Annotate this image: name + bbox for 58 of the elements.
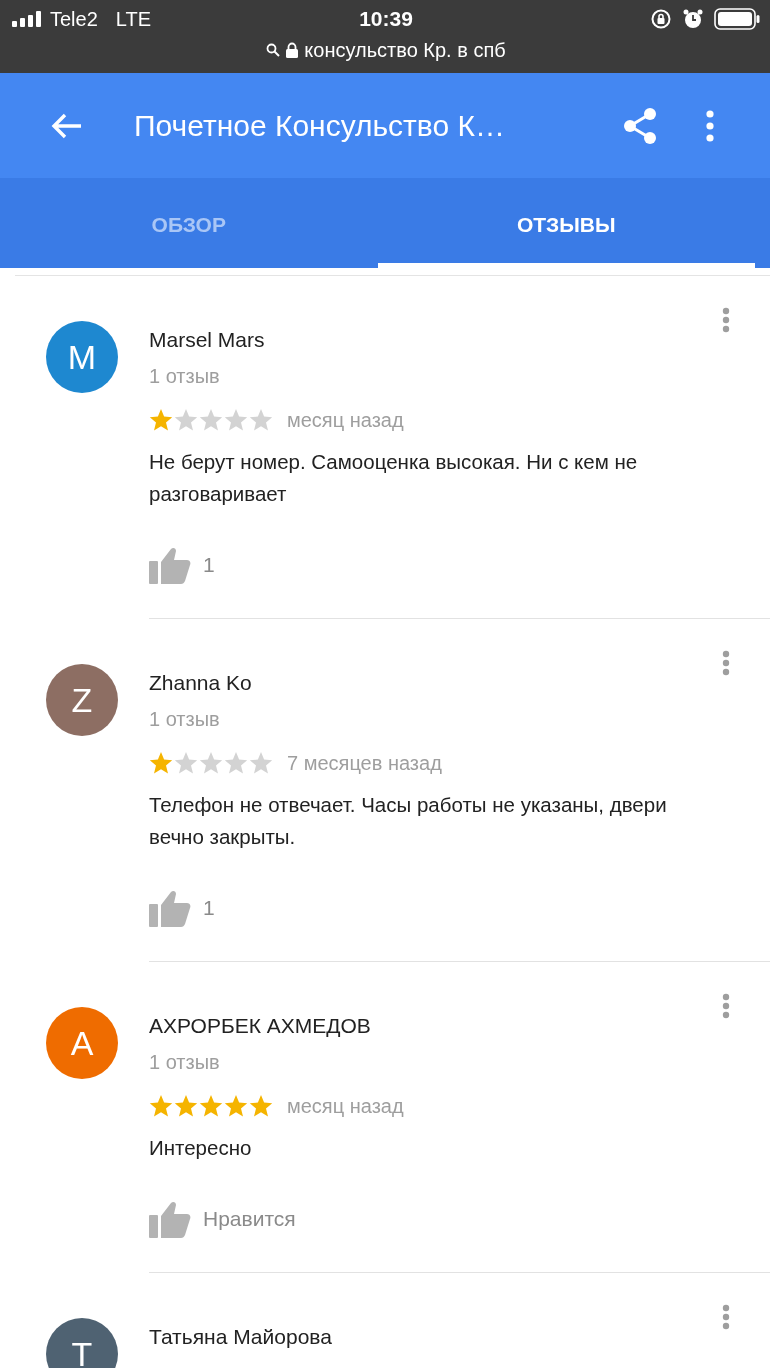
thumbs-up-icon[interactable] — [149, 1200, 191, 1238]
star-icon — [249, 408, 273, 432]
rotation-lock-icon — [650, 8, 672, 30]
star-icon — [224, 751, 248, 775]
star-icon — [174, 751, 198, 775]
more-options-icon[interactable] — [722, 993, 730, 1019]
star-icon — [224, 408, 248, 432]
more-options-icon[interactable] — [722, 1304, 730, 1330]
share-icon[interactable] — [622, 106, 658, 145]
clock-time: 10:39 — [359, 7, 413, 31]
tab[interactable]: ОТЗЫВЫ — [377, 178, 755, 268]
reviewer-name: Zhanna Ko — [149, 670, 253, 696]
review-date: 7 месяцев назад — [287, 751, 442, 775]
signal-icon — [12, 11, 44, 27]
place-title: Почетное Консульство К… — [134, 108, 506, 143]
star-icon — [149, 408, 173, 432]
like-count: 1 — [203, 553, 215, 577]
search-icon — [266, 43, 281, 57]
review-text: Интересно — [149, 1135, 253, 1161]
star-icon — [174, 408, 198, 432]
star-icon — [149, 751, 173, 775]
back-icon[interactable] — [51, 111, 83, 140]
star-icon — [149, 1094, 173, 1118]
url-text: консульство Кр. в спб — [304, 38, 506, 62]
battery-icon — [714, 8, 760, 30]
alarm-icon — [682, 8, 704, 30]
review-count: 1 отзыв — [149, 707, 221, 732]
thumbs-up-icon[interactable] — [149, 546, 191, 584]
more-options-icon[interactable] — [722, 650, 730, 676]
lock-icon — [286, 42, 299, 58]
review-count: 1 отзыв — [149, 364, 221, 389]
reviewer-name: АХРОРБЕК АХМЕДОВ — [149, 1013, 372, 1039]
review-count: 1 отзыв — [149, 1050, 221, 1075]
tab[interactable]: ОБЗОР — [0, 178, 378, 268]
review-date: месяц назад — [287, 1094, 404, 1118]
thumbs-up-icon[interactable] — [149, 889, 191, 927]
avatar: T — [46, 1318, 118, 1368]
star-icon — [199, 1094, 223, 1118]
star-icon — [249, 751, 273, 775]
reviewer-name: Татьяна Майорова — [149, 1324, 333, 1350]
star-icon — [199, 408, 223, 432]
star-icon — [249, 1094, 273, 1118]
like-count: Нравится — [203, 1207, 296, 1231]
more-options-icon[interactable] — [722, 307, 730, 333]
avatar: Z — [46, 664, 118, 736]
star-icon — [174, 1094, 198, 1118]
reviewer-name: Marsel Mars — [149, 327, 266, 353]
review-text: Телефон не отвечает. Часы работы не указаны, двери вечно закрыты. — [149, 792, 668, 850]
review-text: Не берут номер. Самооценка высокая. Ни с кем не разговаривает — [149, 449, 639, 507]
avatar: A — [46, 1007, 118, 1079]
carrier-name: Tele2 — [50, 7, 98, 31]
review-date: месяц назад — [287, 408, 404, 432]
star-icon — [199, 751, 223, 775]
avatar: M — [46, 321, 118, 393]
star-icon — [224, 1094, 248, 1118]
network-type: LTE — [115, 7, 151, 31]
like-count: 1 — [203, 896, 215, 920]
more-options-icon[interactable] — [706, 109, 714, 142]
